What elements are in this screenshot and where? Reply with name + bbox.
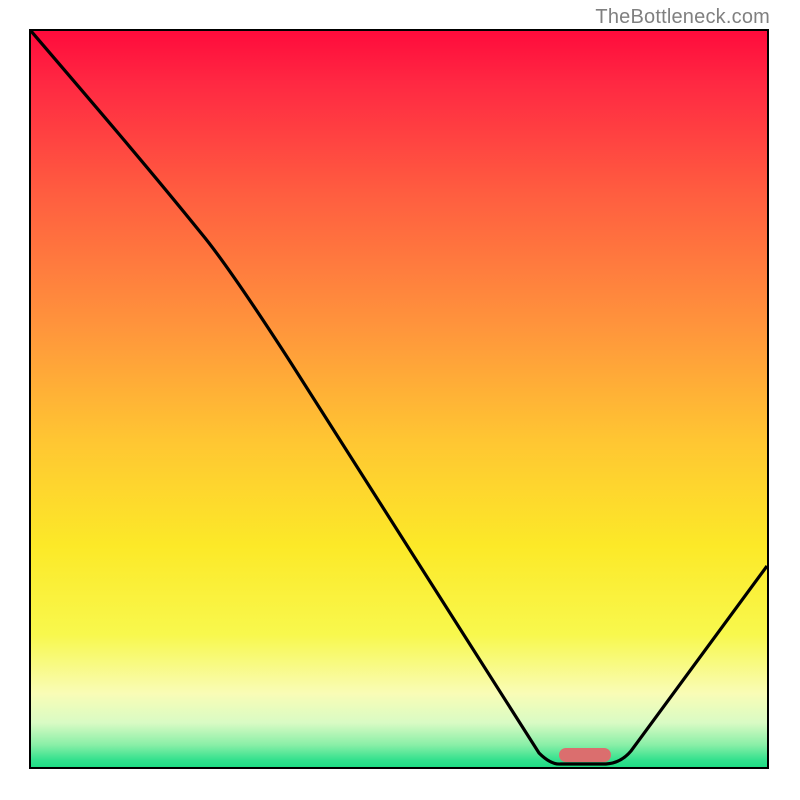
plot-area bbox=[29, 29, 769, 769]
optimal-marker bbox=[559, 748, 611, 762]
curve-path bbox=[31, 31, 767, 764]
bottleneck-chart: TheBottleneck.com bbox=[0, 0, 800, 800]
bottleneck-curve bbox=[31, 31, 767, 767]
watermark-text: TheBottleneck.com bbox=[595, 6, 770, 29]
